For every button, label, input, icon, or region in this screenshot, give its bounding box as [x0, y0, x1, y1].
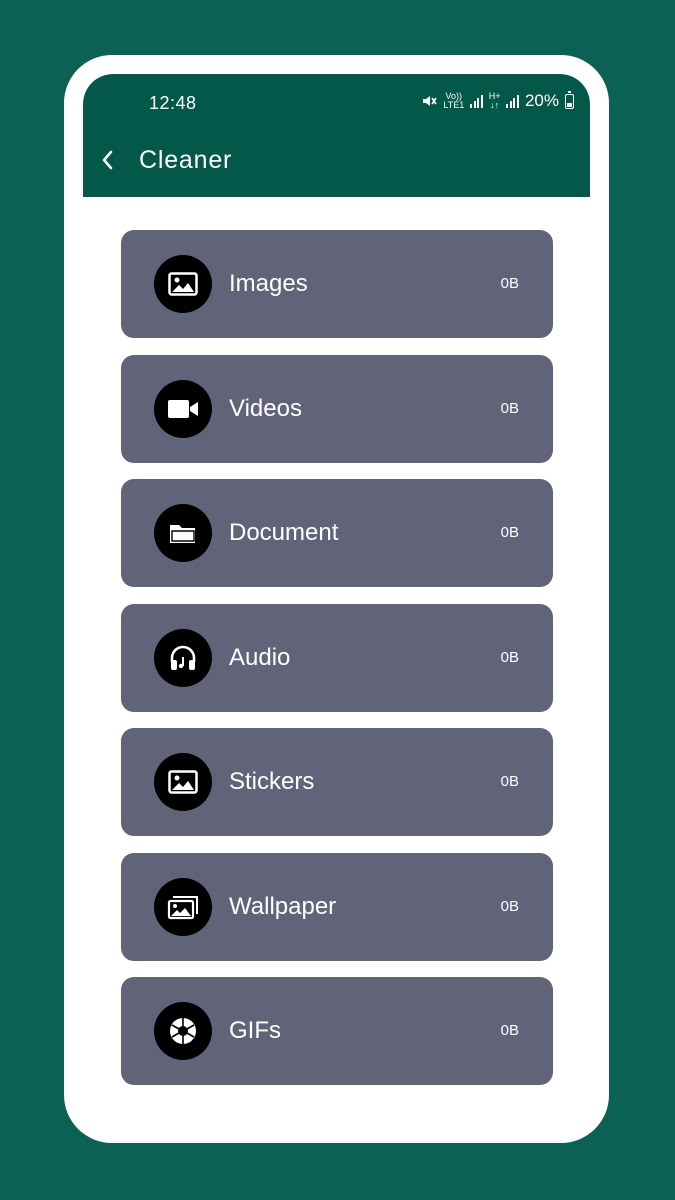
category-item-videos[interactable]: Videos 0B	[121, 354, 553, 463]
shutter-icon	[170, 1018, 196, 1044]
icon-circle	[154, 628, 212, 687]
battery-percent: 20%	[524, 91, 559, 110]
category-label: Document	[229, 519, 339, 546]
category-item-stickers[interactable]: Stickers 0B	[121, 728, 553, 836]
icon-circle	[154, 753, 212, 811]
icon-circle	[154, 504, 212, 562]
category-size: 0B	[500, 399, 519, 417]
icon-circle	[154, 255, 212, 313]
phone-frame: 12:48 Vo)) LTE1 H+ ↓↑ 20% Cleaner Images…	[64, 55, 609, 1143]
category-item-document[interactable]: Document 0B	[121, 479, 553, 587]
icon-circle	[154, 1002, 212, 1060]
video-camera-icon	[168, 399, 198, 418]
category-size: 0B	[500, 897, 519, 915]
chevron-left-icon	[102, 150, 113, 170]
category-item-gifs[interactable]: GIFs 0B	[121, 977, 553, 1085]
category-label: Stickers	[229, 768, 315, 795]
category-item-audio[interactable]: Audio 0B	[121, 603, 553, 712]
category-label: Images	[229, 270, 308, 297]
icon-circle	[154, 877, 212, 936]
category-size: 0B	[500, 275, 519, 292]
icon-circle	[154, 379, 212, 438]
page-title: Cleaner	[139, 146, 233, 174]
category-item-wallpaper[interactable]: Wallpaper 0B	[121, 852, 553, 961]
network-indicator: H+ ↓↑	[489, 92, 501, 110]
signal-icon	[470, 94, 483, 108]
image-icon	[168, 272, 198, 296]
folder-icon	[170, 525, 195, 543]
volte-bottom-text: LTE1	[443, 100, 465, 110]
back-button[interactable]	[97, 148, 117, 172]
network-bottom-text: ↓↑	[490, 100, 500, 110]
app-screen: 12:48 Vo)) LTE1 H+ ↓↑ 20% Cleaner Images…	[83, 74, 590, 1124]
category-label: GIFs	[229, 1017, 281, 1044]
category-size: 0B	[500, 524, 519, 541]
category-list: Images 0B Videos 0B Document 0B Audio 0B…	[121, 230, 553, 1102]
category-size: 0B	[500, 773, 519, 790]
category-size: 0B	[500, 648, 519, 666]
wallpaper-icon	[167, 895, 198, 919]
category-size: 0B	[500, 1022, 519, 1039]
volte-indicator: Vo)) LTE1	[443, 92, 464, 110]
headphones-icon	[170, 645, 196, 670]
mute-icon	[423, 96, 438, 106]
battery-icon	[565, 90, 574, 109]
category-label: Videos	[229, 394, 302, 422]
category-label: Audio	[229, 643, 291, 671]
app-bar: 12:48 Vo)) LTE1 H+ ↓↑ 20% Cleaner	[83, 74, 590, 197]
signal-icon	[506, 94, 519, 108]
category-label: Wallpaper	[229, 892, 337, 920]
sticker-image-icon	[168, 770, 198, 794]
status-icons: Vo)) LTE1 H+ ↓↑ 20%	[421, 90, 574, 111]
status-time: 12:48	[149, 93, 197, 113]
category-item-images[interactable]: Images 0B	[121, 230, 553, 338]
